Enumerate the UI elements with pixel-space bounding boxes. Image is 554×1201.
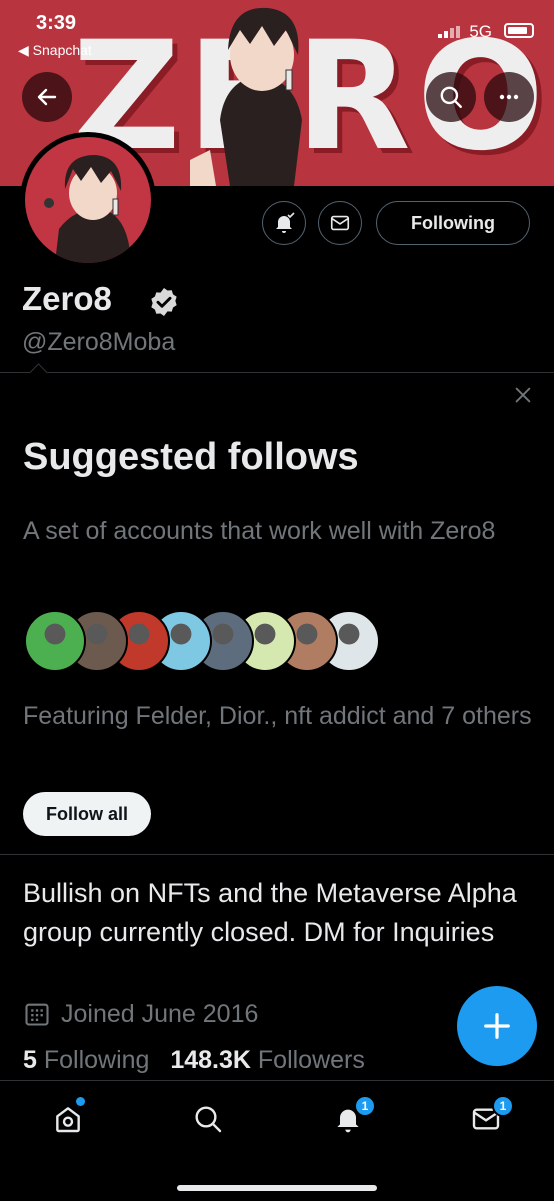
search-button[interactable] — [426, 72, 476, 122]
verified-badge-icon — [151, 288, 177, 316]
battery-icon — [504, 23, 534, 38]
plus-icon — [484, 1013, 510, 1039]
envelope-icon — [330, 215, 350, 231]
suggested-avatars[interactable] — [24, 610, 384, 674]
calendar-icon — [25, 1003, 49, 1026]
home-icon — [56, 1107, 80, 1133]
tab-messages[interactable]: 1 — [466, 1095, 514, 1139]
bell-check-icon — [276, 212, 295, 233]
suggested-follows-title: Suggested follows — [23, 436, 359, 478]
status-bar: 3:39 ◀ Snapchat 5G — [0, 0, 554, 64]
avatar-character-image — [44, 155, 131, 263]
suggested-avatar — [24, 610, 86, 672]
signal-icon — [438, 26, 460, 38]
tab-home[interactable] — [48, 1097, 88, 1139]
following-count: 5 — [23, 1046, 37, 1074]
arrow-left-icon — [37, 88, 57, 106]
back-to-app-link[interactable]: ◀ Snapchat — [18, 42, 92, 59]
notifications-subscribe-button[interactable] — [262, 201, 306, 245]
followers-label: Followers — [257, 1046, 365, 1074]
bottom-tab-bar: 1 1 — [0, 1080, 554, 1201]
search-icon — [440, 86, 462, 108]
follow-stats: 5 Following 148.3K Followers — [23, 1046, 365, 1075]
tab-search[interactable] — [188, 1099, 228, 1139]
message-button[interactable] — [318, 201, 362, 245]
joined-text: Joined June 2016 — [61, 999, 259, 1028]
avatar — [25, 137, 151, 263]
search-icon — [195, 1106, 222, 1133]
profile-handle: @Zero8Moba — [22, 328, 176, 356]
notifications-badge: 1 — [354, 1095, 376, 1117]
follow-all-button[interactable]: Follow all — [23, 792, 151, 836]
joined-date: Joined June 2016 — [23, 996, 258, 1032]
back-button[interactable] — [22, 72, 72, 122]
home-indicator — [177, 1185, 377, 1191]
status-time: 3:39 — [36, 12, 77, 34]
profile-display-name: Zero8 — [22, 280, 112, 317]
more-horizontal-icon — [499, 94, 519, 100]
followers-stat[interactable]: 148.3K Followers — [170, 1046, 365, 1074]
followers-count: 148.3K — [170, 1046, 251, 1074]
featuring-text: Featuring Felder, Dior., nft addict and … — [23, 702, 532, 730]
following-stat[interactable]: 5 Following — [23, 1046, 149, 1074]
tab-notifications[interactable]: 1 — [328, 1095, 376, 1139]
suggested-follows-description: A set of accounts that work well with Ze… — [23, 517, 496, 545]
divider — [0, 372, 554, 373]
more-options-button[interactable] — [484, 72, 534, 122]
profile-bio: Bullish on NFTs and the Metaverse Alpha … — [23, 878, 517, 947]
panel-pointer — [29, 363, 48, 382]
divider — [0, 854, 554, 855]
compose-tweet-button[interactable] — [457, 986, 537, 1066]
following-button[interactable]: Following — [376, 201, 530, 245]
close-icon[interactable] — [512, 384, 534, 406]
following-label: Following — [43, 1046, 150, 1074]
messages-badge: 1 — [492, 1095, 514, 1117]
home-new-dot — [76, 1097, 85, 1106]
network-type: 5G — [469, 22, 492, 41]
profile-avatar[interactable] — [20, 132, 156, 268]
